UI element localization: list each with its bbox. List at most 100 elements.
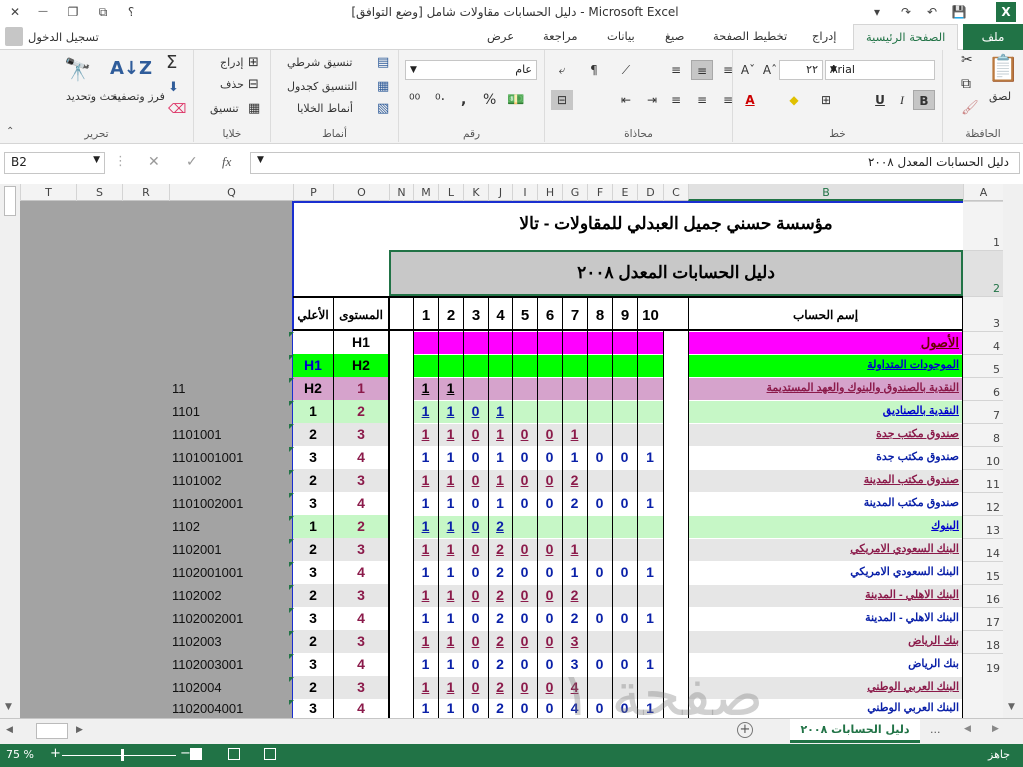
add-sheet-button[interactable]: + xyxy=(737,722,753,738)
sheet-tab-active[interactable]: دليل الحسابات ٢٠٠٨ xyxy=(790,719,920,743)
font-size-dropdown[interactable]: ٢٢ xyxy=(779,60,823,80)
row-header[interactable]: 8 xyxy=(963,423,1003,446)
cell-top-level[interactable]: 1 xyxy=(293,400,333,423)
cell-digit[interactable]: 0 xyxy=(512,561,537,584)
autosum-icon[interactable]: Σ xyxy=(166,52,177,73)
bold-icon[interactable]: B xyxy=(913,90,935,110)
cell-digit[interactable]: 0 xyxy=(463,676,488,699)
conditional-formatting-button[interactable]: تنسيق شرطي xyxy=(287,56,352,69)
format-cells-button[interactable]: تنسيق xyxy=(210,102,239,115)
cell-digit[interactable]: 1 xyxy=(438,515,463,538)
increase-font-icon[interactable]: Aˆ xyxy=(759,60,781,80)
cell-digit[interactable]: 0 xyxy=(512,423,537,446)
row-header[interactable]: 18 xyxy=(963,630,1003,653)
tab-formulas[interactable]: صيغ xyxy=(665,29,684,43)
cell-top-level[interactable]: 2 xyxy=(293,630,333,653)
cell-digit[interactable]: 2 xyxy=(488,538,512,561)
cell-digit[interactable]: 1 xyxy=(413,423,438,446)
cell-digit[interactable]: 2 xyxy=(488,653,512,676)
cell-top-level[interactable]: 3 xyxy=(293,561,333,584)
scroll-thumb[interactable] xyxy=(36,723,68,739)
cell-styles-button[interactable]: أنماط الخلايا xyxy=(297,102,353,115)
cell-account-name[interactable]: النقدية بالصندوق والبنوك والعهد المستديم… xyxy=(688,377,963,400)
cell-digit[interactable]: 1 xyxy=(413,561,438,584)
cell-level[interactable]: 3 xyxy=(333,423,389,446)
cell-digit[interactable]: 1 xyxy=(438,607,463,630)
cell-digit[interactable]: 0 xyxy=(463,653,488,676)
cell-digit[interactable]: 1 xyxy=(413,676,438,699)
scroll-left-icon[interactable]: ◀ xyxy=(6,725,13,735)
cell-level[interactable]: 4 xyxy=(333,607,389,630)
cell-digit[interactable]: 0 xyxy=(587,561,612,584)
cell-top-level[interactable]: 3 xyxy=(293,607,333,630)
cell-account-name[interactable]: البنوك xyxy=(688,515,963,538)
cell-account-code[interactable]: 1102003 xyxy=(172,630,222,653)
cell-account-code[interactable]: 1101001001 xyxy=(172,446,243,469)
cell-digit[interactable]: 0 xyxy=(587,492,612,515)
cell-digit[interactable]: 1 xyxy=(562,561,587,584)
cell-digit[interactable]: 0 xyxy=(537,492,562,515)
cell-account-code[interactable]: 11 xyxy=(172,377,186,400)
cell-digit[interactable]: 1 xyxy=(637,607,663,630)
cell-digit[interactable]: 1 xyxy=(562,446,587,469)
align-middle-icon[interactable]: ≡ xyxy=(691,60,713,80)
row-header[interactable]: 11 xyxy=(963,469,1003,492)
cell-account-code[interactable]: 1102004001 xyxy=(172,699,243,718)
cell-level[interactable]: 3 xyxy=(333,630,389,653)
cell-digit[interactable]: 0 xyxy=(537,446,562,469)
cell-account-code[interactable]: 1102004 xyxy=(172,676,222,699)
row-header[interactable]: 1 xyxy=(963,201,1003,250)
cell-top-level[interactable]: 1 xyxy=(293,515,333,538)
cell-digit[interactable]: 1 xyxy=(438,469,463,492)
insert-cells-button[interactable]: إدراج xyxy=(220,56,243,69)
tab-file[interactable]: ملف xyxy=(963,24,1023,50)
increase-indent-icon[interactable]: ⇥ xyxy=(641,90,663,110)
cell-digit[interactable]: 2 xyxy=(488,561,512,584)
cell-digit[interactable]: 1 xyxy=(488,492,512,515)
cell-digit[interactable]: 1 xyxy=(438,446,463,469)
customize-qat-icon[interactable]: ▾ xyxy=(864,3,890,21)
cell-digit[interactable]: 0 xyxy=(537,630,562,653)
cell-digit[interactable]: 1 xyxy=(438,400,463,423)
cell-account-name[interactable]: البنك الاهلي - المدينة xyxy=(688,584,963,607)
cell-digit[interactable]: 1 xyxy=(488,423,512,446)
cell-level[interactable]: 3 xyxy=(333,469,389,492)
find-icon[interactable]: 🔭 xyxy=(64,58,91,83)
cell-account-code[interactable]: 1101 xyxy=(172,400,200,423)
cell-account-name[interactable]: صندوق مكتب المدينة xyxy=(688,469,963,492)
cell-digit[interactable]: 0 xyxy=(587,446,612,469)
underline-icon[interactable]: U xyxy=(869,90,891,110)
paste-icon[interactable]: 📋 xyxy=(987,54,1019,84)
cell-digit[interactable]: 1 xyxy=(413,492,438,515)
number-format-dropdown[interactable]: عام ▼ xyxy=(405,60,537,80)
cell-digit[interactable]: 1 xyxy=(488,446,512,469)
cell-account-name[interactable]: صندوق مكتب جدة xyxy=(688,446,963,469)
sort-filter-button[interactable]: فرز وتصفية xyxy=(112,90,165,103)
row-header[interactable]: 19 xyxy=(963,653,1003,676)
italic-icon[interactable]: I xyxy=(891,90,913,110)
format-as-table-button[interactable]: التنسيق كجدول xyxy=(287,80,357,93)
cell-digit[interactable]: 1 xyxy=(488,469,512,492)
decrease-decimal-icon[interactable]: ⁰⁰ xyxy=(409,92,420,108)
cell-top-level[interactable]: 3 xyxy=(293,492,333,515)
row-header[interactable]: 14 xyxy=(963,538,1003,561)
merge-center-icon[interactable]: ⊟ xyxy=(551,90,573,110)
row-header[interactable]: 3 xyxy=(963,296,1003,331)
cell-digit[interactable]: 1 xyxy=(488,400,512,423)
cell-digit[interactable]: 0 xyxy=(512,630,537,653)
font-color-icon[interactable]: A xyxy=(739,90,761,110)
cell-digit[interactable]: 0 xyxy=(612,446,637,469)
cell-digit[interactable]: 0 xyxy=(512,469,537,492)
clear-icon[interactable]: ⌫ xyxy=(168,102,186,117)
cell-digit[interactable]: 0 xyxy=(463,630,488,653)
enter-icon[interactable]: ✓ xyxy=(186,154,198,170)
comma-style-icon[interactable]: , xyxy=(461,92,466,108)
cell-digit[interactable]: 0 xyxy=(512,607,537,630)
cell-account-name[interactable]: البنك السعودي الامريكي xyxy=(688,538,963,561)
row-header[interactable]: 7 xyxy=(963,400,1003,423)
cell-digit[interactable]: 0 xyxy=(537,607,562,630)
cell-digit[interactable]: 0 xyxy=(537,584,562,607)
cell-digit[interactable]: 1 xyxy=(413,400,438,423)
cell-account-code[interactable]: 1102001001 xyxy=(172,561,243,584)
cell-account-name[interactable]: الأصول xyxy=(688,331,963,354)
